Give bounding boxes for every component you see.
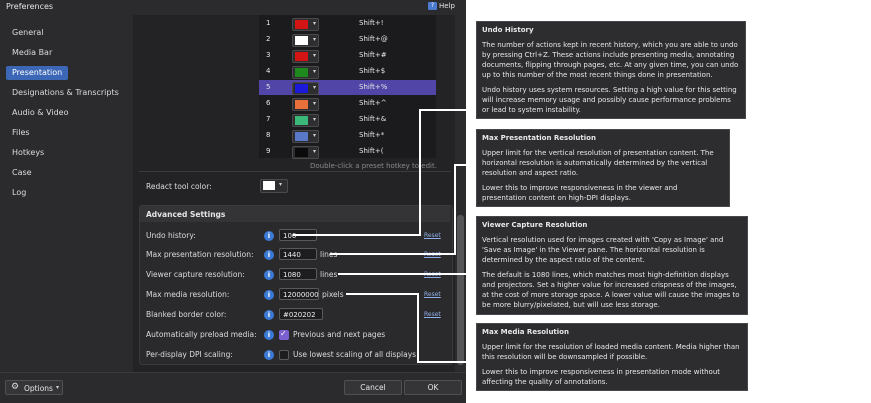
max-media-resolution-tooltip: Max Media Resolution Upper limit for the… <box>476 323 748 391</box>
viewer-capture-resolution-tooltip: Viewer Capture Resolution Vertical resol… <box>476 216 748 315</box>
tooltip-title: Viewer Capture Resolution <box>482 221 588 229</box>
callout-line-max-res <box>330 164 476 255</box>
tooltip-title: Max Presentation Resolution <box>482 134 596 142</box>
undo-history-tooltip: Undo History The number of actions kept … <box>476 21 746 119</box>
tooltip-title: Max Media Resolution <box>482 328 569 336</box>
tooltip-text: Lower this to improve responsiveness in … <box>482 368 721 386</box>
tooltip-text: Lower this to improve responsiveness in … <box>482 184 678 202</box>
callout-line-media <box>346 293 476 363</box>
tooltip-text: Upper limit for the vertical resolution … <box>482 149 714 177</box>
tooltip-text: The default is 1080 lines, which matches… <box>482 271 740 309</box>
tooltip-text: Upper limit for the resolution of loaded… <box>482 343 740 361</box>
tooltip-text: The number of actions kept in recent his… <box>482 41 739 79</box>
tooltip-title: Undo History <box>482 26 534 34</box>
tooltip-text: Undo history uses system resources. Sett… <box>482 86 737 114</box>
callout-line-undo <box>293 109 476 236</box>
tooltip-text: Vertical resolution used for images crea… <box>482 236 724 264</box>
max-presentation-resolution-tooltip: Max Presentation Resolution Upper limit … <box>476 129 730 207</box>
